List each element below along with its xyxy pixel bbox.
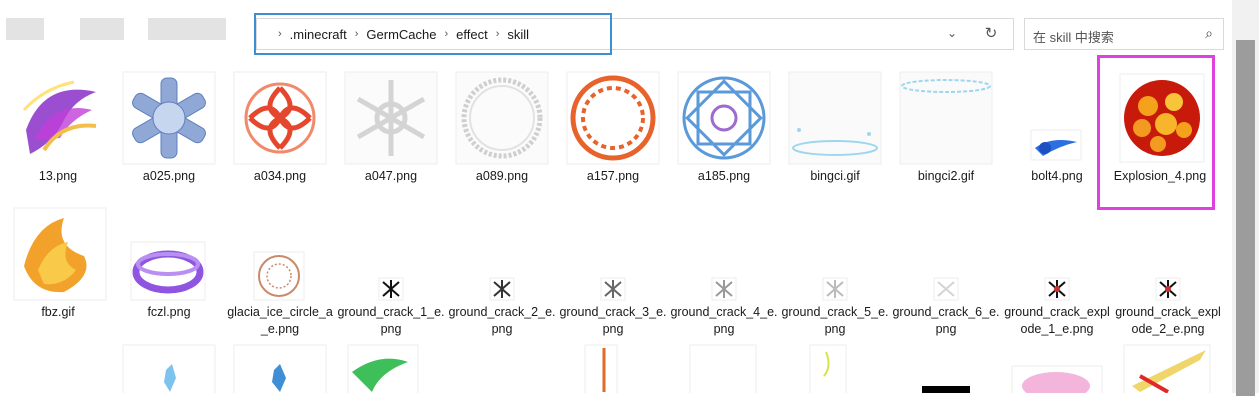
purple-chain-thumb xyxy=(130,241,206,301)
file-name: a047.png xyxy=(364,169,418,183)
file-name: ground_crack_4_e.png xyxy=(670,305,778,336)
file-name: ground_crack_3_e.png xyxy=(559,305,667,336)
file-name: a034.png xyxy=(253,169,307,183)
file-item[interactable]: ground_crack_1_e.png xyxy=(337,206,445,336)
file-name: ground_crack_6_e.png xyxy=(892,305,1000,336)
file-item[interactable]: bingci.gif xyxy=(781,70,889,188)
file-name: fbz.gif xyxy=(41,305,75,319)
flower-red-thumb xyxy=(233,71,327,165)
file-item[interactable]: 13.png xyxy=(4,70,112,188)
file-item[interactable]: a185.png xyxy=(670,70,778,188)
file-name: bingci.gif xyxy=(810,169,860,183)
file-item[interactable]: fczl.png xyxy=(115,206,223,336)
file-name: glacia_ice_circle_a_e.png xyxy=(227,305,333,336)
file-name: fczl.png xyxy=(147,305,191,319)
file-name: bolt4.png xyxy=(1031,169,1083,183)
ground-crack-thumb xyxy=(378,277,404,301)
file-item[interactable]: a047.png xyxy=(337,70,445,188)
file-name: a185.png xyxy=(697,169,751,183)
sword-thumb xyxy=(584,344,618,393)
file-name: ground_crack_1_e.png xyxy=(337,305,445,336)
file-item[interactable]: bolt4.png xyxy=(1003,70,1111,188)
ground-crack-thumb xyxy=(822,277,848,301)
snowflake-white-thumb xyxy=(344,71,438,165)
file-name: 13.png xyxy=(38,169,78,183)
file-item[interactable]: ground_crack_4_e.png xyxy=(670,206,778,336)
ground-crack-thumb xyxy=(600,277,626,301)
file-item[interactable]: ground_crack_2_e.png xyxy=(448,206,556,336)
file-item[interactable]: a034.png xyxy=(226,70,334,188)
search-icon[interactable]: ⌕ xyxy=(1205,25,1213,42)
ground-crack-thumb xyxy=(489,277,515,301)
file-name: ground_crack_explode_2_e.png xyxy=(1115,305,1221,336)
file-name: ground_crack_explode_1_e.png xyxy=(1004,305,1110,336)
address-toolbar: › .minecraft › GermCache › effect › skil… xyxy=(0,0,1242,62)
file-name: ground_crack_5_e.png xyxy=(781,305,889,336)
file-item[interactable]: ground_crack_6_e.png xyxy=(892,206,1000,336)
fire-burst-thumb xyxy=(13,207,107,301)
scrollbar-thumb[interactable] xyxy=(1236,40,1255,396)
partial-thumbnail-row[interactable] xyxy=(0,342,1232,393)
refresh-icon[interactable]: ↻ xyxy=(982,25,1000,43)
search-placeholder: 在 skill 中搜索 xyxy=(1033,30,1114,45)
rune-circle-thumb xyxy=(253,251,305,301)
ice-platform-thumb xyxy=(899,71,993,165)
file-item[interactable]: a025.png xyxy=(115,70,223,188)
file-item[interactable]: a157.png xyxy=(559,70,667,188)
ring-white-thumb xyxy=(455,71,549,165)
magic-circle-blue-thumb xyxy=(677,71,771,165)
file-name: bingci2.gif xyxy=(917,169,975,183)
blurred-nav-area xyxy=(6,18,44,40)
snowflake-blue-thumb xyxy=(122,71,216,165)
selection-highlight-box xyxy=(1097,55,1215,210)
blurred-nav-area xyxy=(148,18,226,40)
file-item[interactable]: fbz.gif xyxy=(4,206,112,336)
ground-crack-thumb xyxy=(933,277,959,301)
ground-crack-thumb xyxy=(1155,277,1181,301)
chevron-down-icon[interactable]: ⌄ xyxy=(944,26,960,42)
file-name: a089.png xyxy=(475,169,529,183)
file-item[interactable]: bingci2.gif xyxy=(892,70,1000,188)
file-item[interactable]: ground_crack_explode_2_e.png xyxy=(1114,206,1222,336)
blank-thumb xyxy=(689,344,757,393)
swirl-purple-thumb xyxy=(14,72,102,164)
search-input[interactable]: 在 skill 中搜索 ⌕ xyxy=(1024,18,1224,50)
file-name: a025.png xyxy=(142,169,196,183)
file-name: ground_crack_2_e.png xyxy=(448,305,556,336)
ground-crack-thumb xyxy=(1044,277,1070,301)
file-name: a157.png xyxy=(586,169,640,183)
breadcrumb-highlight-box xyxy=(254,13,612,55)
black-bar-thumb xyxy=(922,386,970,393)
file-item[interactable]: a089.png xyxy=(448,70,556,188)
rune-ring-orange-thumb xyxy=(566,71,660,165)
file-item[interactable]: glacia_ice_circle_a_e.png xyxy=(226,206,334,336)
file-item[interactable]: ground_crack_3_e.png xyxy=(559,206,667,336)
file-item[interactable]: ground_crack_5_e.png xyxy=(781,206,889,336)
blue-bolt-thumb xyxy=(1030,129,1082,161)
blurred-nav-area xyxy=(80,18,124,40)
ice-platform-thumb xyxy=(788,71,882,165)
ground-crack-thumb xyxy=(711,277,737,301)
file-item[interactable]: ground_crack_explode_1_e.png xyxy=(1003,206,1111,336)
